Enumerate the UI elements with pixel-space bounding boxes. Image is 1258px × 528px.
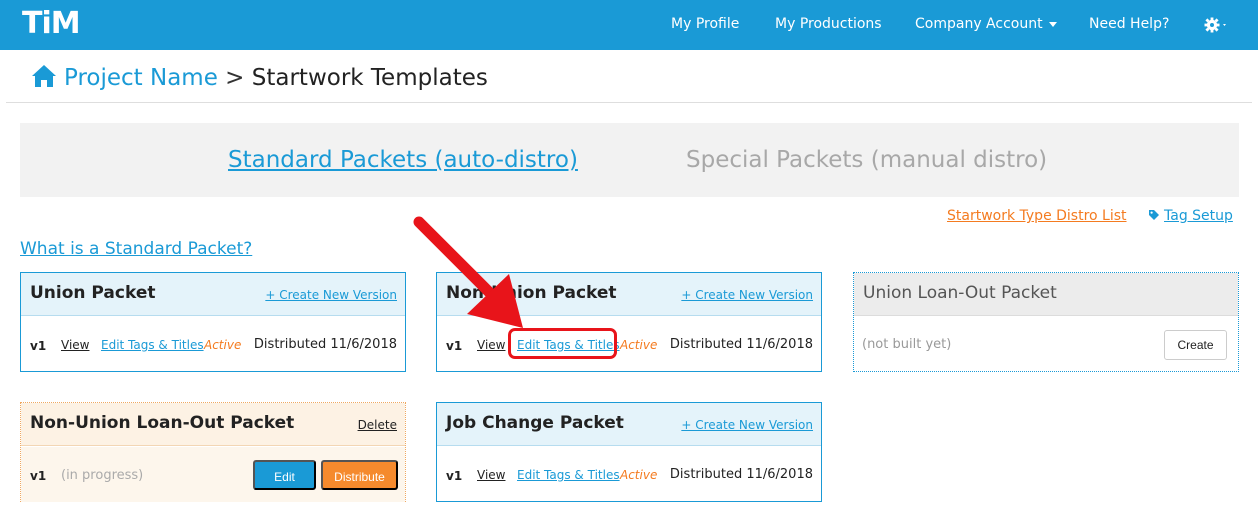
distributed-date: Distributed 11/6/2018 xyxy=(253,337,397,352)
nav-company-account-label: Company Account xyxy=(915,16,1043,32)
create-new-version-link[interactable]: + Create New Version xyxy=(681,288,813,302)
status-badge: Active xyxy=(204,338,242,352)
card-header: Non-Union Loan-Out Packet Delete xyxy=(21,403,405,446)
tab-standard-packets[interactable]: Standard Packets (auto-distro) xyxy=(228,145,578,175)
card-header: Job Change Packet + Create New Version xyxy=(437,403,821,446)
what-is-standard-packet-link[interactable]: What is a Standard Packet? xyxy=(20,239,252,259)
union-loanout-packet-card: Union Loan-Out Packet (not built yet) Cr… xyxy=(853,272,1239,372)
version-row: v1 View Edit Tags & Titles Active Distri… xyxy=(21,317,405,372)
card-header: Union Packet + Create New Version xyxy=(21,273,405,316)
edit-tags-titles-link[interactable]: Edit Tags & Titles xyxy=(101,338,204,352)
version-row: (not built yet) Create xyxy=(854,317,1238,372)
version-row: v1 (in progress) Edit Distribute xyxy=(21,447,405,502)
annotation-arrow-icon xyxy=(413,216,523,328)
create-button[interactable]: Create xyxy=(1164,330,1227,360)
gear-icon[interactable] xyxy=(1203,15,1226,35)
breadcrumb-project-link[interactable]: Project Name xyxy=(64,65,218,91)
view-link[interactable]: View xyxy=(477,468,505,482)
delete-link[interactable]: Delete xyxy=(358,418,397,432)
union-packet-card: Union Packet + Create New Version v1 Vie… xyxy=(20,272,406,372)
breadcrumb-separator: > xyxy=(225,65,245,91)
distributed-date: Distributed 11/6/2018 xyxy=(669,337,813,352)
tag-setup-link[interactable]: Tag Setup xyxy=(1148,208,1233,224)
distributed-date: Distributed 11/6/2018 xyxy=(669,467,813,482)
card-title: Union Loan-Out Packet xyxy=(863,283,1057,303)
tim-logo[interactable]: TiM xyxy=(22,6,81,44)
nav-company-account[interactable]: Company Account xyxy=(915,0,1057,50)
version-label: v1 xyxy=(446,469,463,483)
breadcrumb-divider xyxy=(6,102,1252,103)
card-title: Union Packet xyxy=(30,283,156,303)
non-union-loanout-packet-card: Non-Union Loan-Out Packet Delete v1 (in … xyxy=(20,402,406,502)
distribute-button[interactable]: Distribute xyxy=(321,460,398,490)
in-progress-text: (in progress) xyxy=(61,468,144,483)
view-link[interactable]: View xyxy=(477,338,505,352)
nav-my-productions[interactable]: My Productions xyxy=(775,0,882,50)
version-label: v1 xyxy=(30,339,47,353)
caret-down-icon xyxy=(1048,21,1057,27)
tab-special-packets[interactable]: Special Packets (manual distro) xyxy=(686,145,1047,175)
version-row: v1 View Edit Tags & Titles Active Distri… xyxy=(437,447,821,502)
top-navbar: TiM My Profile My Productions Company Ac… xyxy=(0,0,1258,50)
tag-setup-label: Tag Setup xyxy=(1164,208,1233,224)
card-header: Union Loan-Out Packet xyxy=(854,273,1238,316)
create-new-version-link[interactable]: + Create New Version xyxy=(681,418,813,432)
create-new-version-link[interactable]: + Create New Version xyxy=(265,288,397,302)
status-badge: Active xyxy=(620,468,658,482)
breadcrumb: Project Name > Startwork Templates xyxy=(30,62,488,94)
not-built-text: (not built yet) xyxy=(862,337,952,352)
packet-type-tabs: Standard Packets (auto-distro) Special P… xyxy=(20,123,1239,197)
view-link[interactable]: View xyxy=(61,338,89,352)
home-icon[interactable] xyxy=(30,62,58,90)
version-label: v1 xyxy=(30,469,47,483)
status-badge: Active xyxy=(620,338,658,352)
nav-my-profile[interactable]: My Profile xyxy=(671,0,739,50)
annotation-highlight-box xyxy=(508,328,617,359)
edit-tags-titles-link[interactable]: Edit Tags & Titles xyxy=(517,468,620,482)
startwork-type-distro-list-link[interactable]: Startwork Type Distro List xyxy=(947,208,1127,224)
job-change-packet-card: Job Change Packet + Create New Version v… xyxy=(436,402,822,502)
card-title: Non-Union Loan-Out Packet xyxy=(30,413,295,433)
nav-need-help[interactable]: Need Help? xyxy=(1089,0,1169,50)
card-title: Job Change Packet xyxy=(446,413,624,433)
page-title: Startwork Templates xyxy=(251,65,488,91)
version-label: v1 xyxy=(446,339,463,353)
logo-text: TiM xyxy=(22,6,81,41)
edit-button[interactable]: Edit xyxy=(253,460,316,490)
tag-icon xyxy=(1148,209,1160,221)
